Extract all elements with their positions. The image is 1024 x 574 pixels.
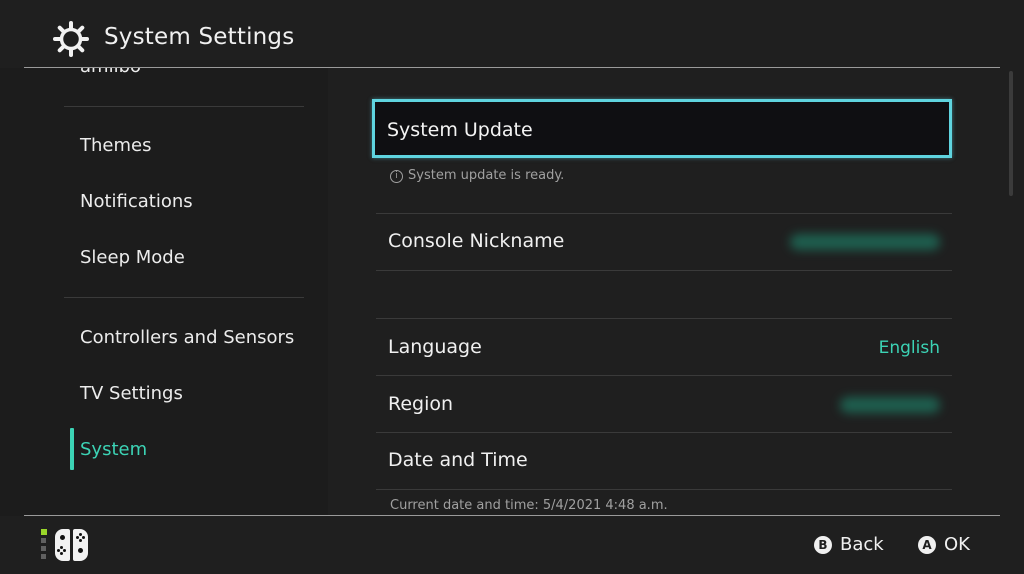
language-value: English [878,338,940,358]
ok-label: OK [944,534,970,555]
row-system-update[interactable]: System Update [372,99,952,158]
sidebar-item-controllers-and-sensors[interactable]: Controllers and Sensors [80,327,294,348]
ok-button[interactable]: A OK [918,534,970,555]
scrollbar[interactable] [1009,71,1013,196]
region-value-blurred [840,397,940,413]
row-date-and-time[interactable]: Date and Time [376,433,952,489]
row-divider [376,270,952,271]
sidebar-item-themes[interactable]: Themes [80,135,151,156]
info-icon: i [390,170,403,183]
player-indicator-leds [40,529,48,562]
note-text: System update is ready. [408,168,565,183]
row-label: Date and Time [388,449,528,471]
footer: B Back A OK [0,516,1024,574]
row-region[interactable]: Region [376,377,952,433]
row-label: System Update [387,119,533,141]
active-indicator [70,428,74,470]
row-divider [376,489,952,490]
row-label: Console Nickname [388,230,565,252]
row-label: Language [388,336,482,358]
date-time-note: Current date and time: 5/4/2021 4:48 a.m… [390,498,668,513]
sidebar-item-amiibo[interactable]: amiibo [80,68,141,77]
sidebar-item-notifications[interactable]: Notifications [80,191,193,212]
system-update-note: i System update is ready. [390,168,564,183]
back-button[interactable]: B Back [814,534,884,555]
row-language[interactable]: Language English [376,320,952,376]
sidebar-item-system[interactable]: System [80,439,147,460]
sidebar-item-sleep-mode[interactable]: Sleep Mode [80,247,185,268]
row-divider [376,375,952,376]
back-label: Back [840,534,884,555]
right-joycon-icon [73,529,88,561]
row-label: Region [388,393,454,415]
row-console-nickname[interactable]: Console Nickname [376,214,952,270]
page-title: System Settings [104,24,295,50]
sidebar: amiibo Themes Notifications Sleep Mode C… [0,68,328,516]
a-button-icon: A [918,536,936,554]
left-joycon-icon [55,529,70,561]
console-nickname-value-blurred [790,234,940,250]
settings-list: System Update i System update is ready. C… [328,68,1004,516]
header: System Settings [0,0,1024,68]
b-button-icon: B [814,536,832,554]
row-divider [376,318,952,319]
sidebar-divider [64,297,304,298]
gear-icon [53,21,89,57]
sidebar-divider [64,106,304,107]
sidebar-item-tv-settings[interactable]: TV Settings [80,383,183,404]
